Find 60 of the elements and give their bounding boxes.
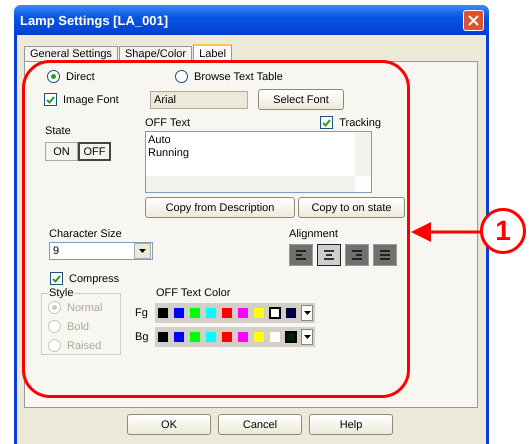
close-button[interactable] (463, 10, 484, 30)
window-title: Lamp Settings [LA_001] (20, 12, 168, 28)
checkbox-label: Image Font (63, 94, 119, 106)
palette-dropdown[interactable] (301, 329, 313, 345)
checkmark-icon (322, 118, 332, 126)
checkmark-icon (46, 96, 55, 104)
horizontal-scrollbar[interactable] (146, 176, 355, 192)
caret-icon (139, 249, 146, 253)
caret-icon (304, 335, 310, 339)
checkbox[interactable] (320, 116, 334, 129)
vertical-scrollbar[interactable] (355, 132, 371, 176)
alignment-label: Alignment (289, 228, 339, 240)
state-label: State (45, 125, 72, 137)
checkbox[interactable] (44, 93, 57, 106)
align-icon (377, 248, 393, 262)
off-text-area[interactable]: Auto Running (145, 131, 372, 193)
select-font-button[interactable]: Select Font (258, 89, 344, 110)
alignment-button[interactable] (345, 244, 369, 266)
tab[interactable]: General Settings (24, 46, 118, 62)
color-swatch[interactable] (285, 331, 297, 343)
radio-button[interactable] (47, 70, 60, 83)
text-line: Running (148, 147, 190, 160)
callout-number: 1 (480, 208, 526, 254)
style-title: Style (48, 287, 74, 299)
character-size-label: Character Size (49, 228, 123, 240)
alignment-button[interactable] (317, 244, 341, 266)
copy-button[interactable]: Copy from Description (145, 197, 295, 218)
align-icon (293, 248, 309, 262)
checkbox-label: Tracking (339, 116, 381, 128)
dialog-button[interactable]: OK (127, 414, 211, 435)
color-swatch[interactable] (269, 307, 281, 319)
close-icon (468, 14, 479, 26)
character-size-dropdown[interactable]: 9 (49, 242, 153, 260)
callout-arrow (411, 222, 481, 242)
dialog-button[interactable]: Help (309, 414, 393, 435)
copy-button[interactable]: Copy to on state (298, 197, 405, 218)
dialog-button[interactable]: Cancel (218, 414, 302, 435)
text-color-title: OFF Text Color (156, 287, 232, 299)
radio-label: Bold (67, 320, 90, 332)
alignment-button[interactable] (373, 244, 397, 266)
color-row-label: Fg (135, 307, 149, 319)
checkmark-icon (52, 274, 61, 282)
align-icon (349, 248, 365, 262)
caret-icon (304, 311, 310, 315)
off-text-label: OFF Text (145, 116, 190, 128)
checkbox[interactable] (50, 272, 63, 285)
checkbox-label: Compress (69, 272, 120, 284)
text-line: Auto (148, 134, 172, 147)
state-toggle[interactable]: OFF (78, 142, 111, 161)
radio-button[interactable] (175, 70, 188, 83)
palette-dropdown[interactable] (301, 305, 313, 321)
radio-label: Direct (66, 70, 95, 82)
align-icon (321, 248, 337, 262)
font-field[interactable]: Arial (150, 90, 248, 108)
radio-label: Raised (67, 340, 102, 352)
radio-label: Browse Text Table (194, 70, 283, 82)
alignment-button[interactable] (289, 244, 313, 266)
state-toggle[interactable]: ON (45, 142, 78, 161)
radio-label: Normal (67, 302, 102, 314)
color-row-label: Bg (135, 331, 149, 343)
